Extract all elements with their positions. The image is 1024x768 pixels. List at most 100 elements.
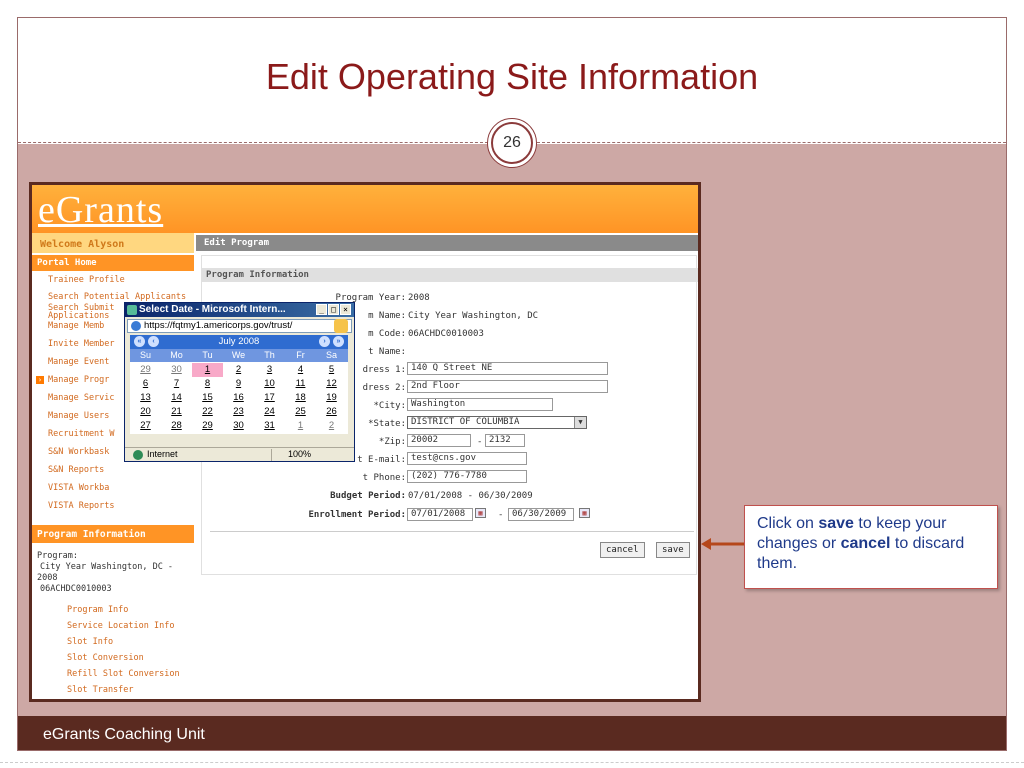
calendar-day[interactable]: 12 — [316, 377, 347, 391]
calendar-day[interactable]: 8 — [192, 377, 223, 391]
link-slot-info[interactable]: Slot Info — [67, 637, 113, 647]
calendar-day[interactable]: 26 — [316, 405, 347, 419]
save-button[interactable]: save — [656, 542, 690, 558]
calendar-day[interactable]: 15 — [192, 391, 223, 405]
day-header: We — [231, 350, 246, 360]
calendar-day[interactable]: 28 — [161, 419, 192, 433]
link-slot-conversion[interactable]: Slot Conversion — [67, 653, 144, 663]
nav-recruitment[interactable]: Recruitment W — [48, 429, 115, 439]
program-name-value: City Year Washington, DC — [408, 311, 539, 321]
calendar-day[interactable]: 4 — [285, 363, 316, 377]
calendar-day[interactable]: 6 — [130, 377, 161, 391]
nav-trainee-profile[interactable]: Trainee Profile — [48, 275, 125, 285]
calendar-day[interactable]: 23 — [223, 405, 254, 419]
nav-applications[interactable]: Applications — [48, 311, 109, 321]
nav-vista-reports[interactable]: VISTA Reports — [48, 501, 115, 511]
title-divider-left — [18, 142, 488, 143]
calendar-day[interactable]: 14 — [161, 391, 192, 405]
maximize-button[interactable]: □ — [328, 304, 339, 315]
dropdown-arrow-icon: ▼ — [574, 417, 586, 428]
calendar-month: July 2008 — [218, 336, 260, 347]
calendar-day[interactable]: 25 — [285, 405, 316, 419]
calendar-icon[interactable]: ▦ — [475, 508, 486, 518]
ie-page-icon — [131, 321, 141, 331]
bottom-divider — [0, 762, 1024, 763]
address1-input[interactable]: 140 Q Street NE — [407, 362, 608, 375]
link-refill-slot-conversion[interactable]: Refill Slot Conversion — [67, 669, 180, 679]
calendar-day[interactable]: 1 — [285, 419, 316, 433]
prev-year-icon[interactable]: « — [134, 336, 145, 347]
link-slot-transfer[interactable]: Slot Transfer — [67, 685, 134, 695]
program-code-value: 06ACHDC0010003 — [408, 329, 484, 339]
day-header: Tu — [202, 350, 213, 360]
calendar-day[interactable]: 22 — [192, 405, 223, 419]
nav-vista-workbasket[interactable]: VISTA Workba — [48, 483, 109, 493]
popup-status-bar: Internet 100% — [125, 447, 354, 461]
nav-manage-programs[interactable]: Manage Progr — [48, 375, 109, 385]
calendar-icon[interactable]: ▦ — [579, 508, 590, 518]
nav-search-potential-applicants[interactable]: Search Potential Applicants — [48, 292, 186, 302]
email-input[interactable]: test@cns.gov — [407, 452, 527, 465]
link-service-location-info[interactable]: Service Location Info — [67, 621, 174, 631]
calendar-day-selected[interactable]: 1 — [192, 363, 223, 377]
calendar-day[interactable]: 2 — [223, 363, 254, 377]
nav-manage-users[interactable]: Manage Users — [48, 411, 109, 421]
city-input[interactable]: Washington — [407, 398, 553, 411]
calendar-day[interactable]: 10 — [254, 377, 285, 391]
enrollment-end-input[interactable]: 06/30/2009 — [508, 508, 574, 521]
minimize-button[interactable]: _ — [316, 304, 327, 315]
calendar-day[interactable]: 31 — [254, 419, 285, 433]
calendar-day[interactable]: 20 — [130, 405, 161, 419]
calendar-day[interactable]: 5 — [316, 363, 347, 377]
calendar-day[interactable]: 29 — [192, 419, 223, 433]
nav-sn-reports[interactable]: S&N Reports — [48, 465, 104, 475]
calendar-day[interactable]: 21 — [161, 405, 192, 419]
ie-window-icon — [127, 305, 137, 315]
enrollment-start-input[interactable]: 07/01/2008 — [407, 508, 473, 521]
nav-manage-events[interactable]: Manage Event — [48, 357, 109, 367]
phone-input[interactable]: (202) 776-7780 — [407, 470, 527, 483]
close-button[interactable]: × — [340, 304, 351, 315]
program-code: 06ACHDC0010003 — [40, 584, 112, 594]
next-month-icon[interactable]: › — [319, 336, 330, 347]
lock-icon — [334, 319, 348, 333]
calendar-day[interactable]: 11 — [285, 377, 316, 391]
portal-home-link[interactable]: Portal Home — [32, 255, 194, 271]
address-bar[interactable]: https://fqtmy1.americorps.gov/trust/ — [127, 319, 352, 333]
calendar-day[interactable]: 16 — [223, 391, 254, 405]
next-year-icon[interactable]: » — [333, 336, 344, 347]
email-label: t E-mail: — [357, 455, 406, 465]
cancel-button[interactable]: cancel — [600, 542, 645, 558]
prev-month-icon[interactable]: ‹ — [148, 336, 159, 347]
state-select[interactable]: DISTRICT OF COLUMBIA ▼ — [407, 416, 587, 429]
calendar-day[interactable]: 29 — [130, 363, 161, 377]
calendar-day[interactable]: 7 — [161, 377, 192, 391]
page-number-badge: 26 — [487, 118, 537, 168]
zip-input[interactable]: 20002 — [407, 434, 471, 447]
slide: Edit Operating Site Information 26 eGran… — [0, 0, 1024, 768]
calendar-day[interactable]: 30 — [223, 419, 254, 433]
calendar-day[interactable]: 18 — [285, 391, 316, 405]
address2-input[interactable]: 2nd Floor — [407, 380, 608, 393]
program-label: Program: — [37, 551, 78, 561]
calendar-day[interactable]: 19 — [316, 391, 347, 405]
nav-invite-members[interactable]: Invite Member — [48, 339, 115, 349]
link-program-info[interactable]: Program Info — [67, 605, 128, 615]
calendar-day[interactable]: 13 — [130, 391, 161, 405]
nav-manage-service[interactable]: Manage Servic — [48, 393, 115, 403]
calendar-day[interactable]: 27 — [130, 419, 161, 433]
calendar-day[interactable]: 3 — [254, 363, 285, 377]
nav-sn-workbasket[interactable]: S&N Workbask — [48, 447, 109, 457]
nav-manage-members[interactable]: Manage Memb — [48, 321, 104, 331]
zip4-input[interactable]: 2132 — [485, 434, 525, 447]
calendar-day[interactable]: 17 — [254, 391, 285, 405]
calendar-day[interactable]: 24 — [254, 405, 285, 419]
phone-label: t Phone: — [362, 473, 406, 483]
calendar-day[interactable]: 30 — [161, 363, 192, 377]
calendar-day[interactable]: 9 — [223, 377, 254, 391]
active-nav-arrow-icon: › — [36, 376, 44, 384]
zoom-control[interactable]: 100% — [271, 449, 349, 461]
enrollment-dash: - — [498, 510, 504, 520]
section-title: Program Information — [202, 268, 698, 282]
calendar-day[interactable]: 2 — [316, 419, 347, 433]
